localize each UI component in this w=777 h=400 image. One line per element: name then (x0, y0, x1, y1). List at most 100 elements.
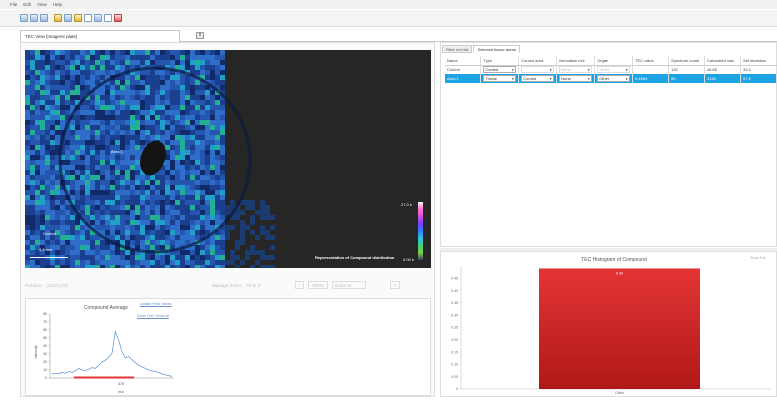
legend-bottom-value: 0.00 k (403, 257, 414, 262)
compound-average-xtick: 478 (118, 382, 124, 386)
y-tick-label: 0.20 (451, 338, 458, 342)
column-header[interactable]: Normalize m/z (556, 56, 596, 66)
show-full-link[interactable]: Show Full (750, 256, 765, 260)
menu-edit[interactable]: Edit (23, 2, 31, 7)
tab-tec-view[interactable]: TEC View [Imagerie plate] (20, 30, 180, 42)
new-icon[interactable] (20, 14, 28, 22)
cell-spectrum: 89 (668, 74, 705, 83)
table-row[interactable]: Area 1 Tissue Control None Other 0.4963 … (445, 74, 777, 83)
zoom-out-show-all-link[interactable]: Zoom Out / Show All (137, 314, 169, 318)
compound-average-ylabel: Intensity (34, 345, 38, 358)
y-tick-label: 10 (43, 368, 47, 372)
column-header[interactable]: Name (445, 56, 482, 66)
bar-other[interactable] (539, 268, 700, 389)
y-tick-label: 70 (43, 320, 47, 324)
column-header[interactable]: TEC value (632, 56, 670, 66)
menu-help[interactable]: Help (53, 2, 62, 7)
y-tick-label: 60 (43, 328, 47, 332)
type-select[interactable]: Tissue (483, 75, 517, 82)
app-window: File Edit View Help TEC View [Imagerie p… (0, 0, 777, 400)
info-icon[interactable] (104, 14, 112, 22)
y-tick-label: 0.25 (451, 326, 458, 330)
y-tick-label: 40 (43, 344, 47, 348)
zoom-out-button[interactable]: - (294, 281, 305, 289)
cell-name: Area 1 (445, 74, 482, 83)
y-tick-label: 80 (43, 312, 47, 316)
area1-label: Area 1 (111, 149, 123, 154)
organ-select[interactable]: Other (597, 75, 631, 82)
position-label: Position: (25, 282, 43, 288)
tec-histogram-chart: TEC Histogram of Compound 0 0.05 0.10 0.15 0… (451, 257, 771, 395)
tab-selected-tissue-areas[interactable]: Selected tissue areas (473, 45, 520, 53)
bar-data-label: 0.49 (616, 271, 623, 275)
legend-caption: Representation of Compound distribution (315, 255, 395, 260)
column-header[interactable]: Std deviation (740, 56, 777, 66)
column-header[interactable]: Control area (518, 56, 558, 66)
y-tick-label: 0.30 (451, 313, 458, 317)
open-icon[interactable] (30, 14, 38, 22)
document-tab-strip: TEC View [Imagerie plate] x (20, 30, 777, 42)
cell-calc: 3160 (704, 74, 741, 83)
compound-average-title: Compound Average (84, 305, 128, 311)
chart-icon[interactable] (114, 14, 122, 22)
y-tick-label: 50 (43, 336, 47, 340)
y-tick-label: 0.10 (451, 363, 458, 367)
update-peak-values-link[interactable]: Update Peak Values (140, 302, 172, 306)
cell-std: 33.4 (740, 65, 777, 74)
menu-view[interactable]: View (37, 2, 47, 7)
control-area-select (521, 65, 555, 73)
column-header[interactable]: Spectrum numb (668, 56, 705, 66)
folder-icon[interactable] (54, 14, 62, 22)
tab-filter-mz-list[interactable]: Filter m/z list (442, 45, 473, 53)
tissue-image-view[interactable]: Area 1 Control 4.8 mm 27.0 k Representat… (25, 50, 431, 268)
toolbar (0, 10, 777, 27)
cell-tec (632, 65, 670, 74)
control-label: Control (43, 231, 56, 236)
y-tick-label: 30 (43, 352, 47, 356)
y-tick-label: 0 (45, 376, 47, 380)
organ-select: Other (597, 66, 631, 74)
column-header[interactable]: Calculated valu (704, 56, 741, 66)
column-header[interactable]: Type (480, 56, 520, 66)
close-tab-icon[interactable]: x (196, 32, 204, 39)
zoom-select[interactable]: Zoom % (331, 281, 366, 289)
save-icon[interactable] (40, 14, 48, 22)
zoom-in-button[interactable]: + (389, 281, 401, 289)
tec-histogram-panel: TEC Histogram of Compound 0 0.05 0.10 0.15 0… (440, 251, 777, 397)
y-tick-label: 0.45 (451, 277, 458, 281)
zoom-value[interactable]: 100% (308, 281, 328, 289)
color-legend-bar (418, 202, 423, 260)
position-value: (1342;172) (46, 282, 69, 288)
y-tick-label: 0.15 (451, 350, 458, 354)
series-line (51, 330, 173, 377)
document-icon[interactable] (84, 14, 92, 22)
menu-bar: File Edit View Help (0, 0, 777, 9)
star-icon[interactable] (74, 14, 82, 22)
export-icon[interactable] (64, 14, 72, 22)
table-row[interactable]: Control Control None Other 132 46.65 33.… (445, 65, 777, 74)
compound-average-xlabel: m/z (118, 390, 124, 394)
cell-calc: 46.65 (704, 65, 741, 74)
tissue-areas-table: Name Type Control area Normalize m/z Org… (445, 56, 777, 83)
y-tick-label: 0.05 (451, 375, 458, 379)
control-area-select[interactable]: Control (521, 75, 555, 82)
grid-icon[interactable] (94, 14, 102, 22)
y-tick-label: 0 (456, 387, 458, 391)
legend-top-value: 27.0 k (401, 202, 412, 207)
areas-subtabs: Filter m/z list Selected tissue areas (442, 45, 520, 53)
manage-zoom-label: Manage Zoom: (212, 282, 243, 288)
cell-spectrum: 132 (668, 65, 705, 74)
menu-file[interactable]: File (10, 2, 17, 7)
fit-to-screen-label[interactable]: Fit to S (246, 283, 260, 288)
normalize-select[interactable]: None (559, 75, 593, 82)
image-status-bar: Position: (1342;172) Manage Zoom: Fit to… (25, 279, 431, 291)
cell-tec: 0.4963 (632, 74, 670, 83)
column-header[interactable]: Organ (594, 56, 634, 66)
histogram-title: TEC Histogram of Compound (581, 257, 647, 263)
table-header-row: Name Type Control area Normalize m/z Org… (445, 56, 777, 66)
peak-range-marker[interactable] (74, 376, 134, 379)
type-select[interactable]: Control (483, 66, 517, 74)
scale-label: 4.8 mm (39, 247, 53, 252)
y-tick-label: 20 (43, 360, 47, 364)
y-tick-label: 0.35 (451, 301, 458, 305)
